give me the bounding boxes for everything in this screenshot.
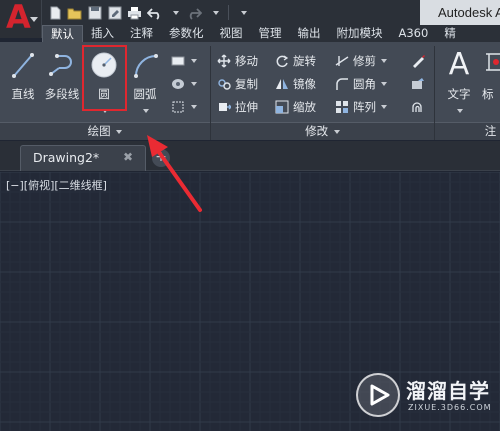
watermark-url: ZIXUE.3D66.COM (408, 403, 492, 412)
watermark: 溜溜自学 ZIXUE.3D66.COM (356, 373, 500, 423)
play-logo-icon (356, 373, 400, 417)
annotation-arrow (147, 135, 202, 212)
watermark-name: 溜溜自学 (406, 379, 490, 403)
